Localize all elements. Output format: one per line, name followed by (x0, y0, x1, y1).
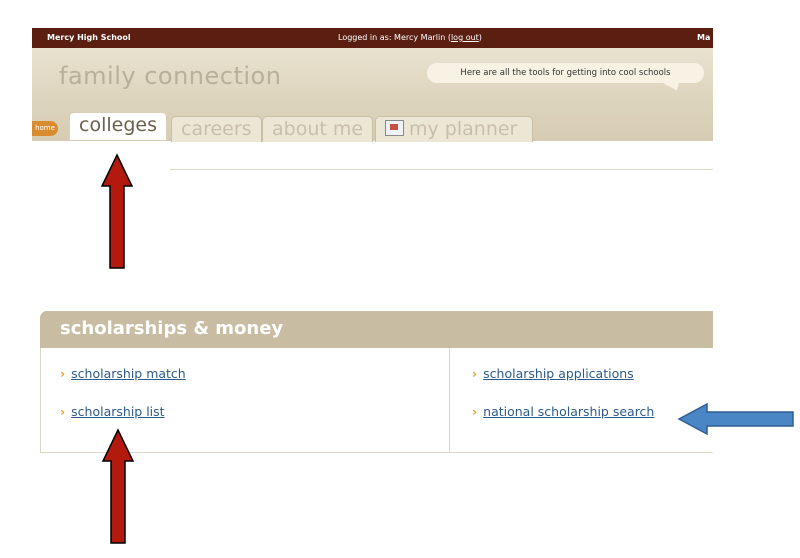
link-scholarship-match[interactable]: › scholarship match (60, 366, 186, 381)
planner-icon (385, 119, 404, 136)
login-status: Logged in as: Mercy Marlin (log out) (338, 33, 482, 42)
scholarships-panel-body (40, 348, 713, 453)
column-separator (449, 348, 450, 452)
red-arrow-up-tabs (100, 153, 134, 269)
tab-colleges[interactable]: colleges (69, 112, 167, 140)
tab-careers[interactable]: careers (171, 116, 262, 142)
scholarships-panel-title: scholarships & money (60, 318, 284, 339)
school-name: Mercy High School (47, 33, 131, 42)
tagline-bubble: Here are all the tools for getting into … (427, 63, 704, 83)
link-scholarship-applications[interactable]: › scholarship applications (472, 366, 634, 381)
link-national-scholarship-search[interactable]: › national scholarship search (472, 404, 654, 419)
top-bar: Mercy High School Logged in as: Mercy Ma… (32, 28, 713, 48)
content-divider (170, 169, 713, 170)
tab-about-me[interactable]: about me (262, 116, 374, 142)
chevron-right-icon: › (472, 366, 478, 381)
app-logo: family connection (59, 62, 282, 90)
home-tab[interactable]: home (32, 121, 58, 136)
logout-link[interactable]: log out (451, 33, 479, 42)
chevron-right-icon: › (472, 404, 478, 419)
blue-arrow-left-search (677, 402, 794, 436)
link-scholarship-list[interactable]: › scholarship list (60, 404, 165, 419)
red-arrow-up-list (101, 428, 135, 544)
chevron-right-icon: › (60, 366, 66, 381)
top-bar-right-text: Ma (697, 33, 711, 42)
chevron-right-icon: › (60, 404, 66, 419)
tab-my-planner[interactable]: my planner (375, 116, 533, 142)
